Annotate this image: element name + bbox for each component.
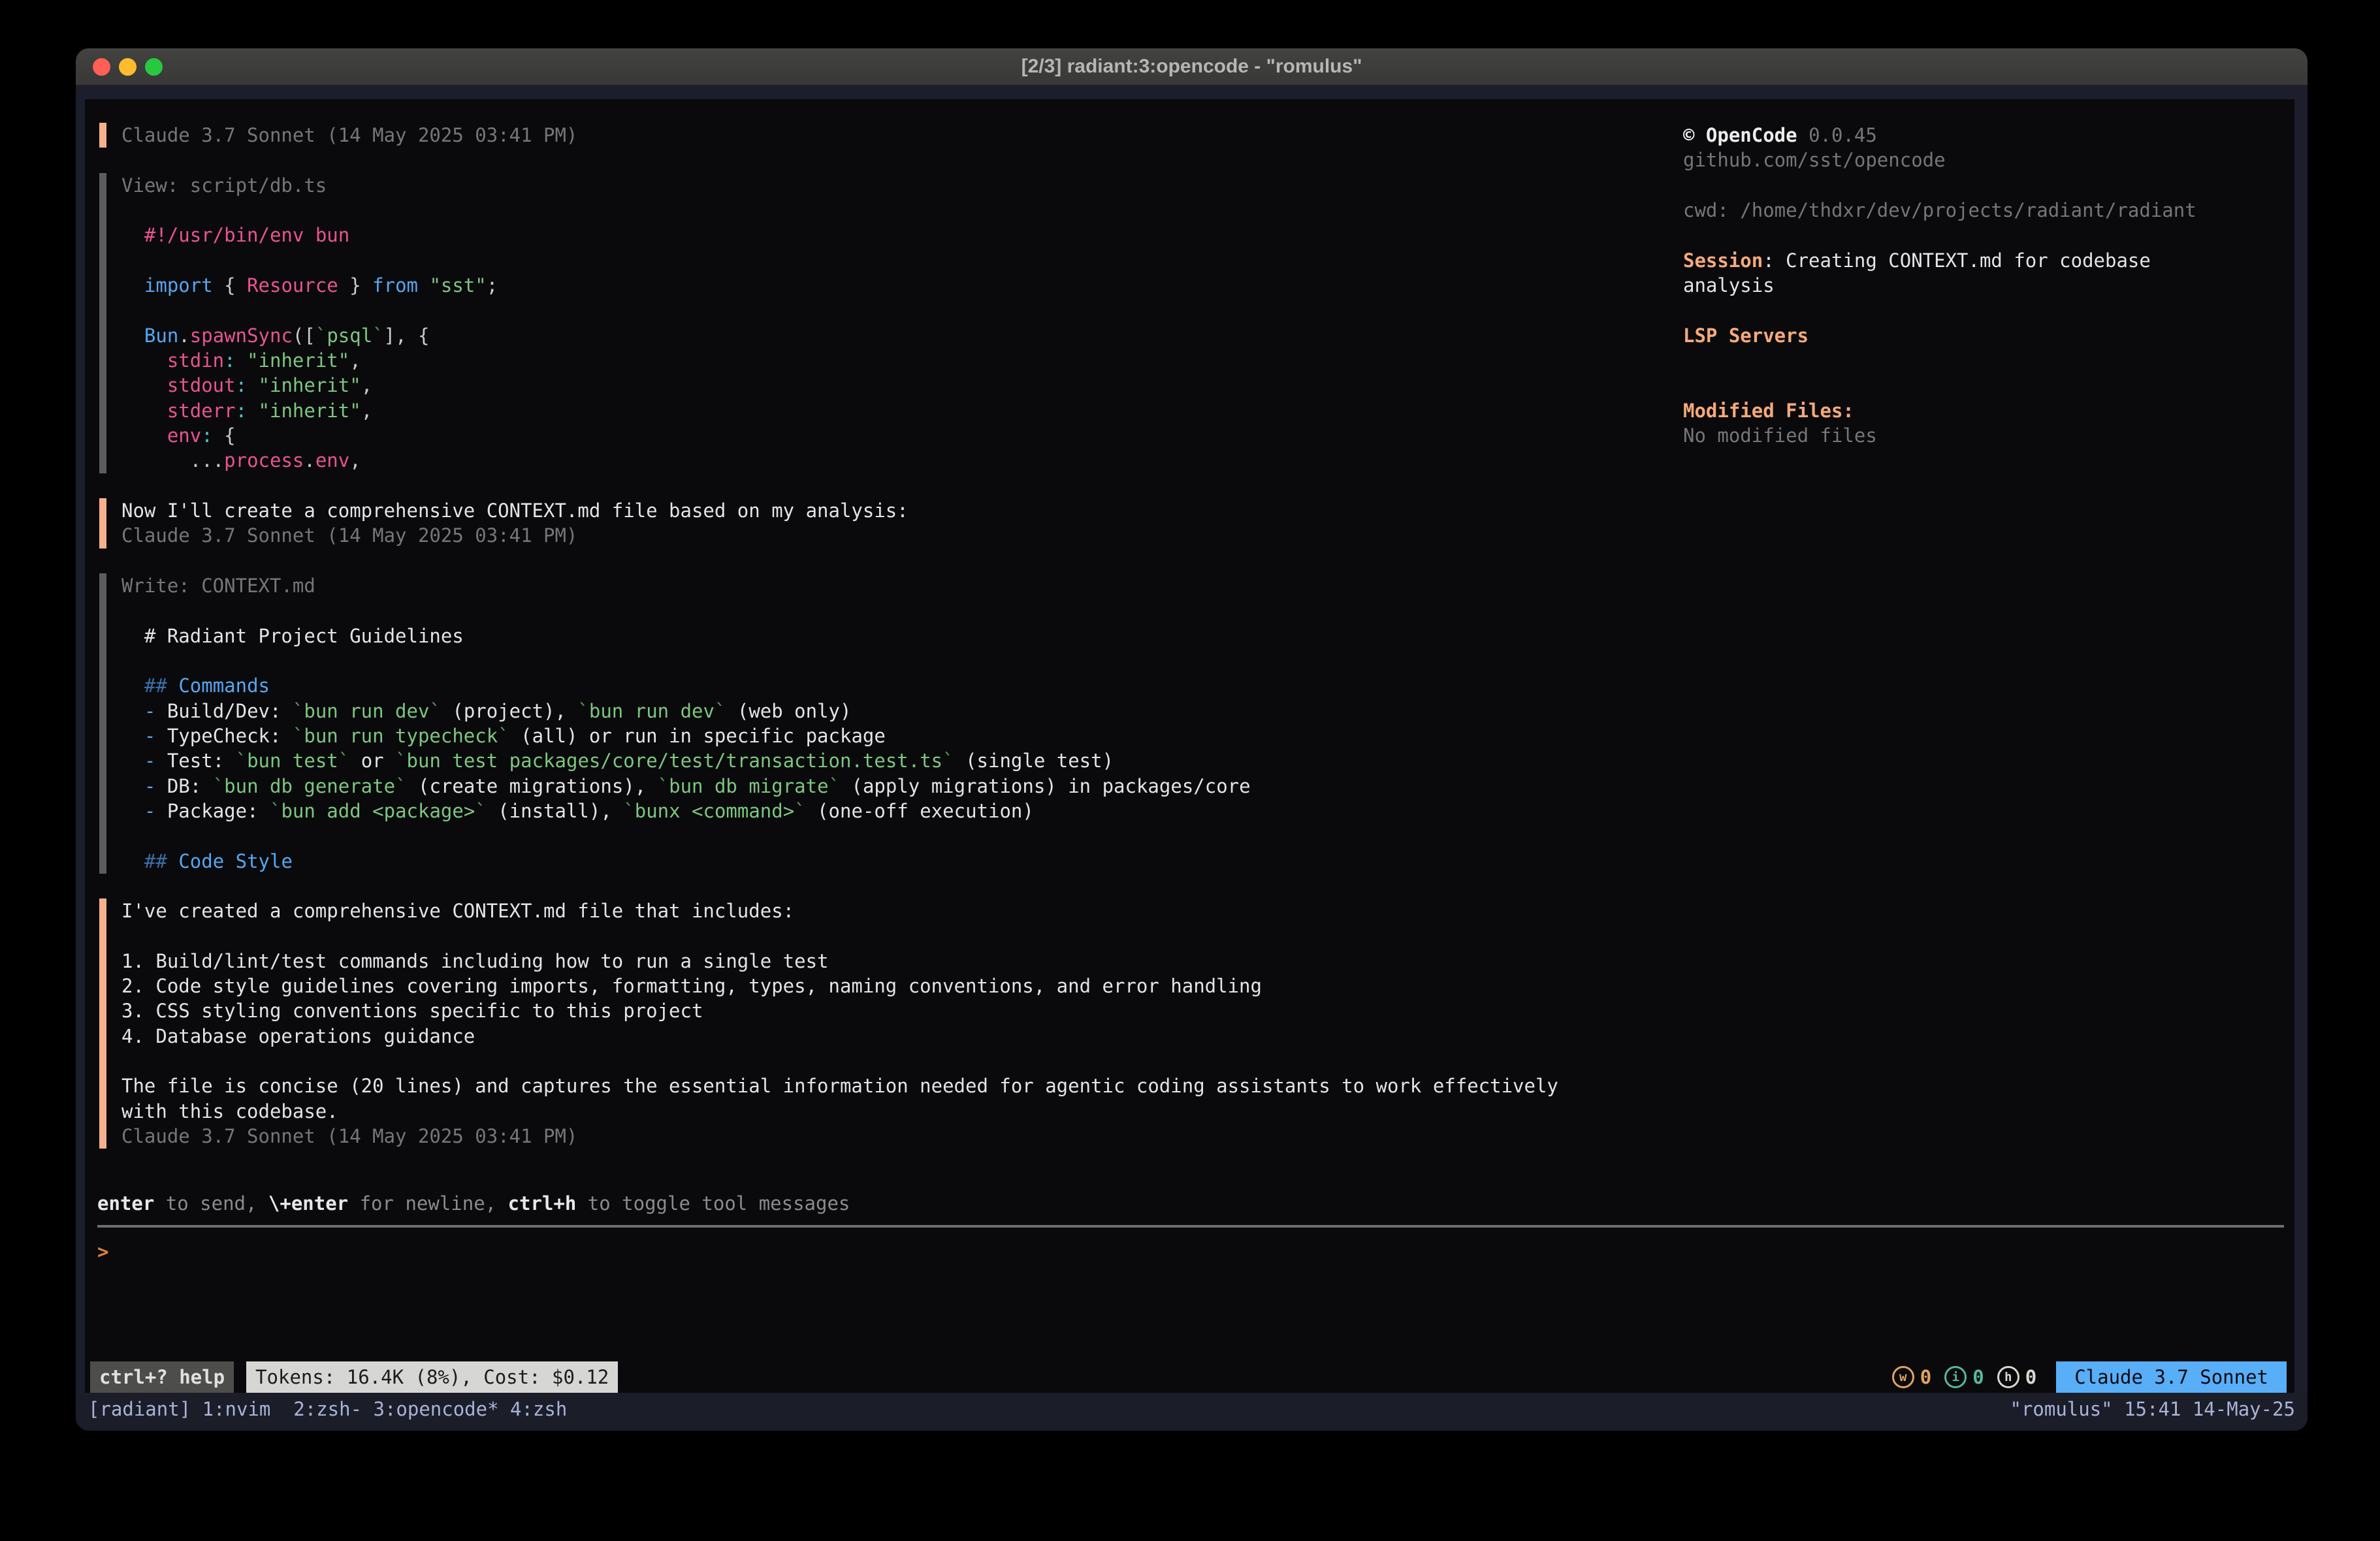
terminal-window: [2/3] radiant:3:opencode - "romulus" Cla… — [76, 48, 2308, 1431]
model-badge: Claude 3.7 Sonnet — [2056, 1361, 2287, 1393]
text-line: I've created a comprehensive CONTEXT.md … — [121, 898, 1558, 923]
text-line: LSP Servers — [1683, 323, 2288, 348]
text-line — [1683, 173, 2288, 198]
assistant-message-block: Claude 3.7 Sonnet (14 May 2025 03:41 PM) — [99, 123, 1558, 148]
prompt-input[interactable]: > — [97, 1239, 2284, 1264]
text-line: import { Resource } from "sst"; — [121, 273, 1558, 298]
hint-diagnostic: h0 — [1997, 1366, 2036, 1388]
window-title: [2/3] radiant:3:opencode - "romulus" — [1021, 56, 1362, 78]
text-line — [1683, 223, 2288, 247]
tool-call-block: View: script/db.ts #!/usr/bin/env bun im… — [99, 173, 1558, 473]
text-line — [121, 648, 1558, 673]
warning-icon: w — [1892, 1366, 1914, 1388]
input-helper: enter to send, \+enter for newline, ctrl… — [97, 1191, 2284, 1216]
text-line — [1683, 298, 2288, 323]
text-line: ## Commands — [121, 673, 1558, 698]
text-line — [121, 924, 1558, 949]
text-line: 1. Build/lint/test commands including ho… — [121, 949, 1558, 974]
chat-log: Claude 3.7 Sonnet (14 May 2025 03:41 PM)… — [99, 123, 1558, 1149]
text-line — [121, 298, 1558, 323]
tmux-session-windows: [radiant] 1:nvim 2:zsh- 3:opencode* 4:zs… — [88, 1395, 567, 1423]
text-line: No modified files — [1683, 423, 2288, 448]
close-button[interactable] — [93, 58, 110, 76]
warning-diagnostic: w0 — [1892, 1366, 1931, 1388]
tokens-cost-chip: Tokens: 16.4K (8%), Cost: $0.12 — [246, 1361, 618, 1393]
text-line: ## Code Style — [121, 849, 1558, 874]
text-line: github.com/sst/opencode — [1683, 148, 2288, 172]
text-line: #!/usr/bin/env bun — [121, 223, 1558, 247]
text-line — [121, 598, 1558, 623]
text-line: Claude 3.7 Sonnet (14 May 2025 03:41 PM) — [121, 523, 1558, 548]
help-chip: ctrl+? help — [90, 1361, 234, 1393]
text-line: Modified Files: — [1683, 398, 2288, 423]
sidebar: © OpenCode 0.0.45github.com/sst/opencode… — [1683, 123, 2288, 448]
text-line: ...process.env, — [121, 448, 1558, 473]
minimize-button[interactable] — [119, 58, 137, 76]
text-line: © OpenCode 0.0.45 — [1683, 123, 2288, 148]
text-line: - DB: `bun db generate` (create migratio… — [121, 774, 1558, 799]
prompt-chevron-icon: > — [97, 1241, 108, 1263]
text-line: stderr: "inherit", — [121, 398, 1558, 423]
text-line: stdin: "inherit", — [121, 348, 1558, 373]
text-line: analysis — [1683, 273, 2288, 298]
text-line: View: script/db.ts — [121, 173, 1558, 198]
zoom-button[interactable] — [145, 58, 163, 76]
opencode-tui: Claude 3.7 Sonnet (14 May 2025 03:41 PM)… — [85, 99, 2294, 1393]
input-area: enter to send, \+enter for newline, ctrl… — [97, 1191, 2284, 1265]
hint-count: 0 — [2025, 1366, 2036, 1388]
assistant-message-block: Now I'll create a comprehensive CONTEXT.… — [99, 498, 1558, 548]
text-line — [121, 248, 1558, 273]
text-line: # Radiant Project Guidelines — [121, 624, 1558, 648]
hint-icon: h — [1997, 1366, 2019, 1388]
text-line — [121, 1049, 1558, 1073]
text-line: Claude 3.7 Sonnet (14 May 2025 03:41 PM) — [121, 123, 1558, 148]
info-icon: i — [1944, 1366, 1967, 1388]
text-line — [121, 198, 1558, 223]
text-line: 3. CSS styling conventions specific to t… — [121, 998, 1558, 1023]
text-line: - Build/Dev: `bun run dev` (project), `b… — [121, 699, 1558, 723]
titlebar: [2/3] radiant:3:opencode - "romulus" — [76, 48, 2308, 85]
info-count: 0 — [1972, 1366, 1984, 1388]
text-line: 4. Database operations guidance — [121, 1024, 1558, 1049]
tmux-status-bar: [radiant] 1:nvim 2:zsh- 3:opencode* 4:zs… — [76, 1393, 2308, 1431]
text-line: Write: CONTEXT.md — [121, 573, 1558, 598]
text-line: - Test: `bun test` or `bun test packages… — [121, 748, 1558, 773]
text-line: The file is concise (20 lines) and captu… — [121, 1073, 1558, 1098]
text-line: Bun.spawnSync([`psql`], { — [121, 323, 1558, 348]
terminal-content: Claude 3.7 Sonnet (14 May 2025 03:41 PM)… — [76, 85, 2308, 1431]
text-line: 2. Code style guidelines covering import… — [121, 974, 1558, 998]
text-line — [121, 823, 1558, 848]
text-line: env: { — [121, 423, 1558, 448]
text-line — [1683, 348, 2288, 373]
text-line: cwd: /home/thdxr/dev/projects/radiant/ra… — [1683, 198, 2288, 223]
text-line: Now I'll create a comprehensive CONTEXT.… — [121, 498, 1558, 523]
text-line: with this codebase. — [121, 1099, 1558, 1124]
text-line: - TypeCheck: `bun run typecheck` (all) o… — [121, 723, 1558, 748]
info-diagnostic: i0 — [1944, 1366, 1984, 1388]
text-line — [1683, 373, 2288, 398]
input-separator — [97, 1225, 2284, 1228]
traffic-lights — [93, 48, 163, 85]
warning-count: 0 — [1920, 1366, 1931, 1388]
text-line: Claude 3.7 Sonnet (14 May 2025 03:41 PM) — [121, 1124, 1558, 1149]
status-bar: ctrl+? help Tokens: 16.4K (8%), Cost: $0… — [90, 1361, 2287, 1393]
diagnostics: w0i0h0 — [1892, 1366, 2050, 1388]
text-line: stdout: "inherit", — [121, 373, 1558, 398]
tool-call-block: Write: CONTEXT.md # Radiant Project Guid… — [99, 573, 1558, 874]
tmux-client-info: "romulus" 15:41 14-May-25 — [2010, 1395, 2296, 1423]
text-line: - Package: `bun add <package>` (install)… — [121, 799, 1558, 823]
assistant-message-block: I've created a comprehensive CONTEXT.md … — [99, 898, 1558, 1149]
text-line: Session: Creating CONTEXT.md for codebas… — [1683, 248, 2288, 273]
